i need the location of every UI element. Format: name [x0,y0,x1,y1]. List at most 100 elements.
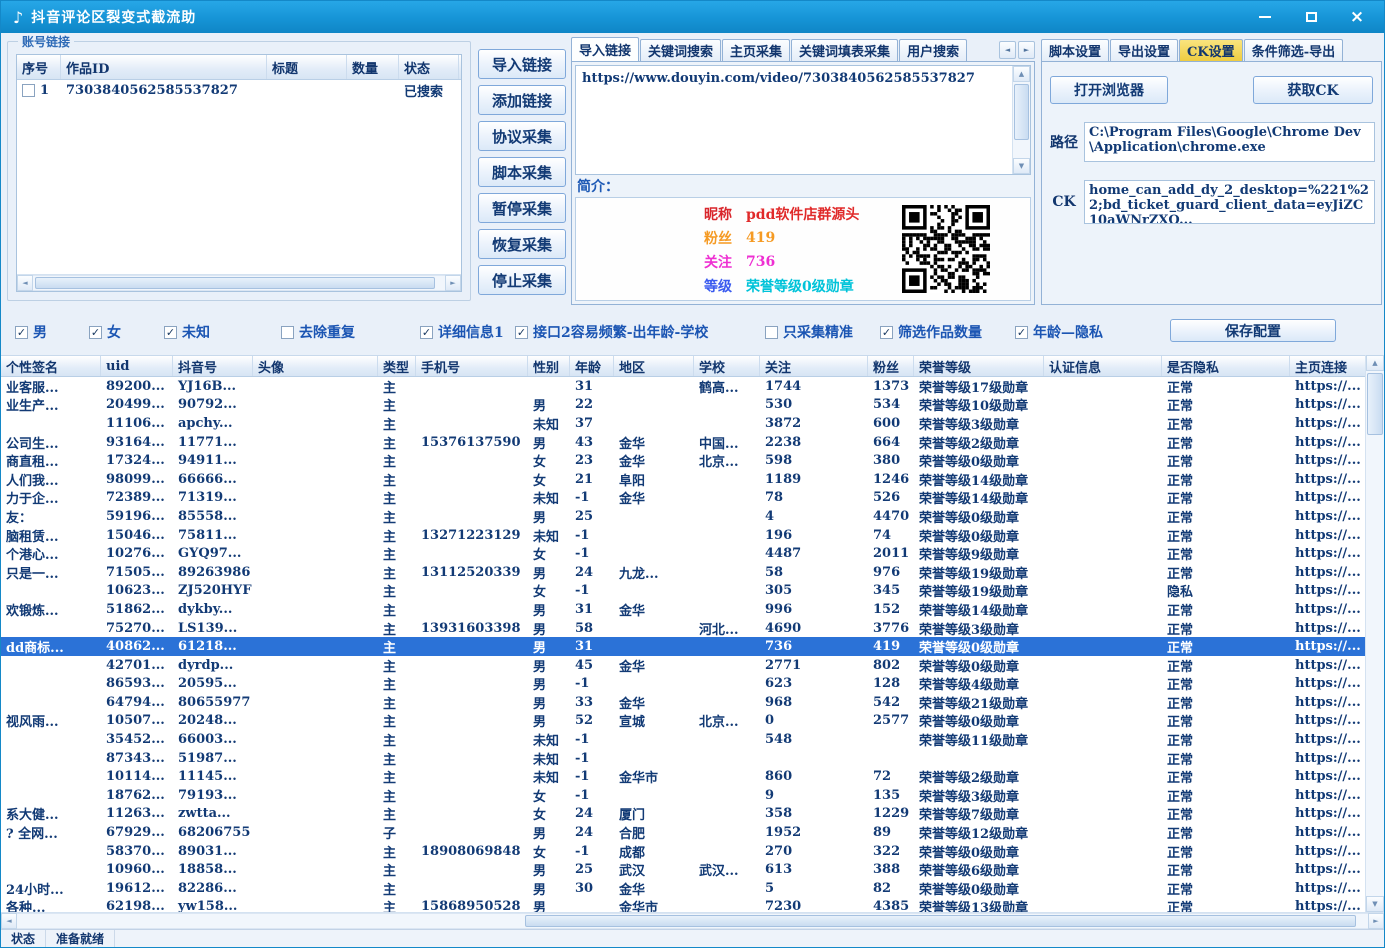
table-row[interactable]: 欢锻炼...51862...dykby...主男31金华996152荣誉等级14… [1,600,1365,619]
table-row[interactable]: 10114...11145...主未知-1金华市86072荣誉等级2级勋章正常h… [1,767,1365,786]
main-column-header[interactable]: 手机号 [416,356,528,376]
checkbox-dedupe[interactable] [281,326,294,339]
scrollbar-thumb[interactable] [525,915,1356,927]
table-row[interactable]: 24小时...19612...82286...主男30金华582荣誉等级0级勋章… [1,879,1365,898]
filter-female[interactable]: ✓女 [89,322,121,342]
checkbox-filter-works-count[interactable]: ✓ [880,326,893,339]
scrollbar-track[interactable] [33,275,445,291]
scroll-right-icon[interactable]: ► [1368,913,1384,929]
table-row[interactable]: 18762...79193...主女-19135荣誉等级3级勋章正常https:… [1,786,1365,805]
account-column-header[interactable]: 状态 [399,55,459,79]
table-row[interactable]: 力于企...72389...71319...主未知-1金华78526荣誉等级14… [1,489,1365,508]
tab-keyword-search[interactable]: 关键词搜索 [640,39,721,61]
main-column-header[interactable]: 性别 [528,356,570,376]
main-column-header[interactable]: uid [101,356,173,376]
tab-scroll-right-button[interactable]: ► [1018,41,1035,59]
protocol-collect-button[interactable]: 协议采集 [478,121,566,151]
account-column-header[interactable]: 序号 [17,55,61,79]
close-button[interactable]: × [1342,5,1372,29]
main-table-hscrollbar[interactable]: ◄ ► [1,912,1384,929]
tab-scroll-left-button[interactable]: ◄ [999,41,1016,59]
table-row[interactable]: dd商标...40862...61218...主男31736419荣誉等级0级勋… [1,637,1365,656]
tab-homepage-collect[interactable]: 主页采集 [722,39,790,61]
account-column-header[interactable]: 数量 [347,55,399,79]
minimize-button[interactable] [1250,5,1280,29]
scrollbar-thumb[interactable] [1367,373,1383,435]
table-row[interactable]: 86593...20595...主男-1623128荣誉等级4级勋章正常http… [1,675,1365,694]
add-links-button[interactable]: 添加链接 [478,85,566,115]
table-row[interactable]: 友：59196...85558...主男2544470荣誉等级0级勋章正常htt… [1,507,1365,526]
resume-collect-button[interactable]: 恢复采集 [478,229,566,259]
table-row[interactable]: 脑租赁...15046...75811...主13271223129未知-119… [1,526,1365,545]
main-column-header[interactable]: 主页连接 [1290,356,1367,376]
tab-filter-export[interactable]: 条件筛选-导出 [1244,39,1343,61]
tab-user-search[interactable]: 用户搜索 [899,39,967,61]
table-row[interactable]: 87343...51987...主未知-1正常https://... [1,749,1365,768]
scrollbar-thumb[interactable] [1014,84,1029,140]
table-row[interactable]: 业客服...89200...YJ16B...主31鹤高...17441373荣誉… [1,377,1365,396]
main-column-header[interactable]: 年龄 [570,356,614,376]
table-row[interactable]: 只是一...71505...89263986主13112520339男24九龙.… [1,563,1365,582]
table-row[interactable]: 10623...ZJ520HYF主女-1305345荣誉等级19级勋章隐私htt… [1,582,1365,601]
table-row[interactable]: 10960...18858...主男25武汉武汉...613388荣誉等级6级勋… [1,860,1365,879]
checkbox-api2-age-school[interactable]: ✓ [515,326,528,339]
scrollbar-track[interactable] [1013,82,1030,158]
scrollbar-thumb[interactable] [35,277,435,289]
table-row[interactable]: 系大健...11263...zwtta...主女24厦门3581229荣誉等级7… [1,805,1365,824]
main-column-header[interactable]: 关注 [760,356,868,376]
filter-detail-info-1[interactable]: ✓详细信息1 [420,322,504,342]
tab-ck-settings[interactable]: CK设置 [1179,39,1243,61]
tab-keyword-form-collect[interactable]: 关键词填表采集 [791,39,898,61]
table-row[interactable]: 各种...62198...yw158...主15868950528男金华市723… [1,898,1365,912]
table-row[interactable]: 公司生...93164...11771...主15376137590男43金华中… [1,433,1365,452]
table-row[interactable]: 35452...66003...主未知-1548荣誉等级11级勋章正常https… [1,730,1365,749]
ck-input[interactable]: home_can_add_dy_2_desktop=%221%22;bd_tic… [1084,180,1375,224]
tab-import-links[interactable]: 导入链接 [571,37,639,61]
main-column-header[interactable]: 头像 [253,356,378,376]
main-column-header[interactable]: 地区 [614,356,694,376]
main-column-header[interactable]: 个性签名 [1,356,101,376]
checkbox-unknown[interactable]: ✓ [164,326,177,339]
scroll-up-icon[interactable]: ▲ [1013,66,1030,82]
save-config-button[interactable]: 保存配置 [1170,319,1336,342]
main-column-header[interactable]: 是否隐私 [1162,356,1290,376]
pause-collect-button[interactable]: 暂停采集 [478,193,566,223]
checkbox-detail-info-1[interactable]: ✓ [420,326,433,339]
filter-unknown[interactable]: ✓未知 [164,322,210,342]
account-column-header[interactable]: 标题 [267,55,347,79]
scroll-down-icon[interactable]: ▼ [1366,896,1384,912]
main-column-header[interactable]: 粉丝 [868,356,914,376]
get-ck-button[interactable]: 获取CK [1253,76,1373,104]
filter-dedupe[interactable]: 去除重复 [281,322,355,342]
main-table-vscrollbar[interactable]: ▲ ▼ [1365,355,1384,912]
checkbox-male[interactable]: ✓ [15,326,28,339]
scroll-down-icon[interactable]: ▼ [1013,158,1030,174]
stop-collect-button[interactable]: 停止采集 [478,265,566,295]
main-column-header[interactable]: 认证信息 [1044,356,1162,376]
scroll-left-icon[interactable]: ◄ [1,913,17,929]
row-select-checkbox[interactable] [22,84,35,97]
checkbox-precise-only[interactable] [765,326,778,339]
table-row[interactable]: 业生产...20499...90792...主男22530534荣誉等级10级勋… [1,396,1365,415]
table-row[interactable]: 64794...80655977主男33金华968542荣誉等级21级勋章正常h… [1,693,1365,712]
maximize-button[interactable] [1296,5,1326,29]
table-row[interactable]: 人们我...98099...66666...主女21阜阳11891246荣誉等级… [1,470,1365,489]
main-column-header[interactable]: 抖音号 [173,356,253,376]
tab-script-settings[interactable]: 脚本设置 [1041,39,1109,61]
url-vscrollbar[interactable]: ▲ ▼ [1012,66,1030,174]
main-column-header[interactable]: 荣誉等级 [914,356,1044,376]
tab-export-settings[interactable]: 导出设置 [1110,39,1178,61]
scrollbar-track[interactable] [1366,371,1384,896]
table-row[interactable]: 11106...apchy...主未知373872600荣誉等级3级勋章正常ht… [1,414,1365,433]
table-row[interactable]: 个港心...10276...GYQ97...主女-144872011荣誉等级9级… [1,544,1365,563]
url-input[interactable]: https://www.douyin.com/video/73038405625… [575,65,1031,175]
filter-api2-age-school[interactable]: ✓接口2容易频繁-出年龄-学校 [515,322,708,342]
scrollbar-track[interactable] [17,913,1368,929]
filter-age-privacy[interactable]: ✓年龄—隐私 [1015,322,1103,342]
import-links-button[interactable]: 导入链接 [478,49,566,79]
checkbox-female[interactable]: ✓ [89,326,102,339]
table-row[interactable]: 视风雨...10507...20248...主男52宣城北京...02577荣誉… [1,712,1365,731]
table-row[interactable]: ? 全网...67929...68206755子男24合肥195289荣誉等级1… [1,823,1365,842]
table-row[interactable]: 75270...LS139...主13931603398男58河北...4690… [1,619,1365,638]
path-input[interactable]: C:\Program Files\Google\Chrome Dev\Appli… [1084,122,1375,162]
